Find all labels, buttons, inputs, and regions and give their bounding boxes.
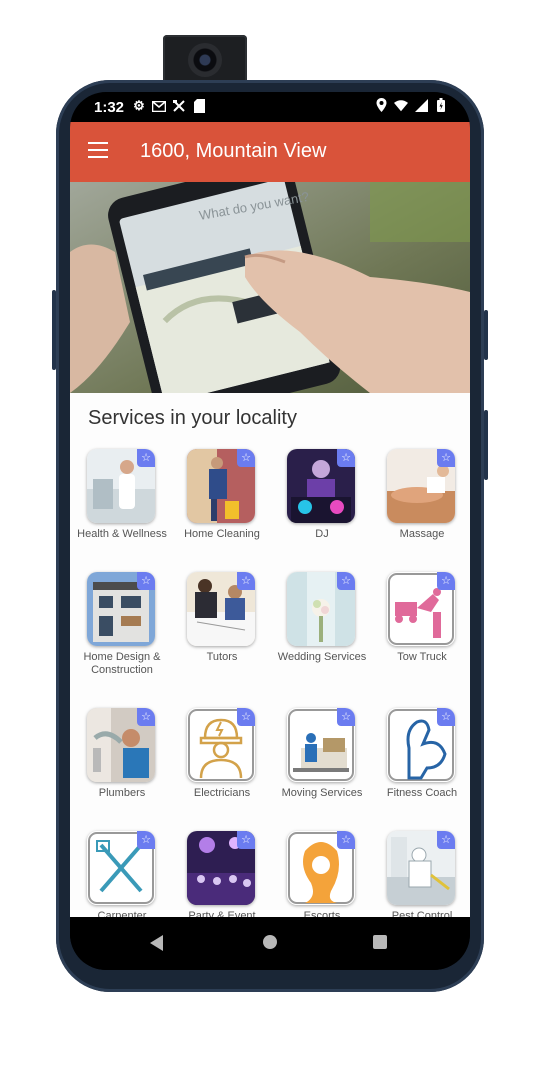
favorite-star-icon[interactable]: ☆ (437, 449, 455, 467)
volume-button (484, 410, 488, 480)
screen: 1:32 ⚙ 1600, Mountain View What do you w… (70, 92, 470, 970)
back-icon[interactable] (150, 935, 163, 951)
favorite-star-icon[interactable]: ☆ (237, 708, 255, 726)
favorite-star-icon[interactable]: ☆ (337, 572, 355, 590)
wedding-icon: ☆ (287, 572, 355, 646)
tools-icon (172, 99, 186, 113)
power-button (484, 310, 488, 360)
sim-icon (192, 99, 206, 113)
tow-truck-icon: ☆ (387, 572, 455, 646)
favorite-star-icon[interactable]: ☆ (137, 708, 155, 726)
service-label: Pest Control (391, 910, 453, 917)
favorite-star-icon[interactable]: ☆ (337, 708, 355, 726)
home-icon[interactable] (263, 935, 277, 949)
favorite-star-icon[interactable]: ☆ (337, 449, 355, 467)
escorts-icon: ☆ (287, 831, 355, 905)
service-label: Health & Wellness (77, 528, 167, 540)
camera-lens-icon (188, 43, 222, 77)
navigation-bar (70, 917, 470, 970)
favorite-star-icon[interactable]: ☆ (137, 572, 155, 590)
moving-icon: ☆ (287, 708, 355, 782)
gear-icon: ⚙ (133, 98, 145, 113)
service-label: Tutors (206, 651, 238, 663)
status-bar: 1:32 ⚙ (70, 92, 470, 122)
recents-icon[interactable] (373, 935, 387, 949)
favorite-star-icon[interactable]: ☆ (237, 572, 255, 590)
service-label: DJ (315, 528, 329, 540)
health-wellness-icon: ☆ (87, 449, 155, 523)
service-label: Tow Truck (397, 651, 447, 663)
menu-icon[interactable] (88, 142, 108, 158)
side-button-left (52, 290, 56, 370)
home-cleaning-icon: ☆ (187, 449, 255, 523)
home-design-icon: ☆ (87, 572, 155, 646)
service-label: Massage (399, 528, 445, 540)
massage-icon: ☆ (387, 449, 455, 523)
favorite-star-icon[interactable]: ☆ (337, 831, 355, 849)
service-label: Fitness Coach (386, 787, 458, 799)
carpenter-icon: ☆ (87, 831, 155, 905)
location-title[interactable]: 1600, Mountain View (140, 140, 326, 163)
service-label: Wedding Services (277, 651, 367, 663)
plumbers-icon: ☆ (87, 708, 155, 782)
service-label: Escorts (303, 910, 341, 917)
signal-icon (414, 98, 428, 112)
services-section: Services in your locality ☆ Health & Well… (70, 393, 470, 917)
location-icon (374, 98, 388, 112)
service-label: Plumbers (98, 787, 146, 799)
battery-icon (434, 98, 448, 112)
pest-control-icon: ☆ (387, 831, 455, 905)
favorite-star-icon[interactable]: ☆ (137, 831, 155, 849)
favorite-star-icon[interactable]: ☆ (437, 572, 455, 590)
service-label: Home Cleaning (184, 528, 260, 540)
service-label: Home Design & Construction (83, 651, 161, 676)
tutors-icon: ☆ (187, 572, 255, 646)
favorite-star-icon[interactable]: ☆ (437, 708, 455, 726)
wifi-icon (394, 98, 408, 112)
app-bar: 1600, Mountain View (70, 122, 470, 182)
fitness-icon: ☆ (387, 708, 455, 782)
dj-icon: ☆ (287, 449, 355, 523)
party-icon: ☆ (187, 831, 255, 905)
banner-image: What do you want? (70, 182, 470, 393)
favorite-star-icon[interactable]: ☆ (237, 831, 255, 849)
service-label: Electricians (193, 787, 251, 799)
electrician-icon: ☆ (187, 708, 255, 782)
service-label: Party & Event (188, 910, 256, 917)
favorite-star-icon[interactable]: ☆ (237, 449, 255, 467)
status-time: 1:32 (94, 99, 125, 116)
hero-banner[interactable]: What do you want? (70, 182, 470, 393)
service-label: Moving Services (281, 787, 363, 799)
section-title: Services in your locality (88, 407, 297, 429)
favorite-star-icon[interactable]: ☆ (137, 449, 155, 467)
service-label: Carpenter (97, 910, 147, 917)
gmail-icon (152, 99, 166, 113)
favorite-star-icon[interactable]: ☆ (437, 831, 455, 849)
